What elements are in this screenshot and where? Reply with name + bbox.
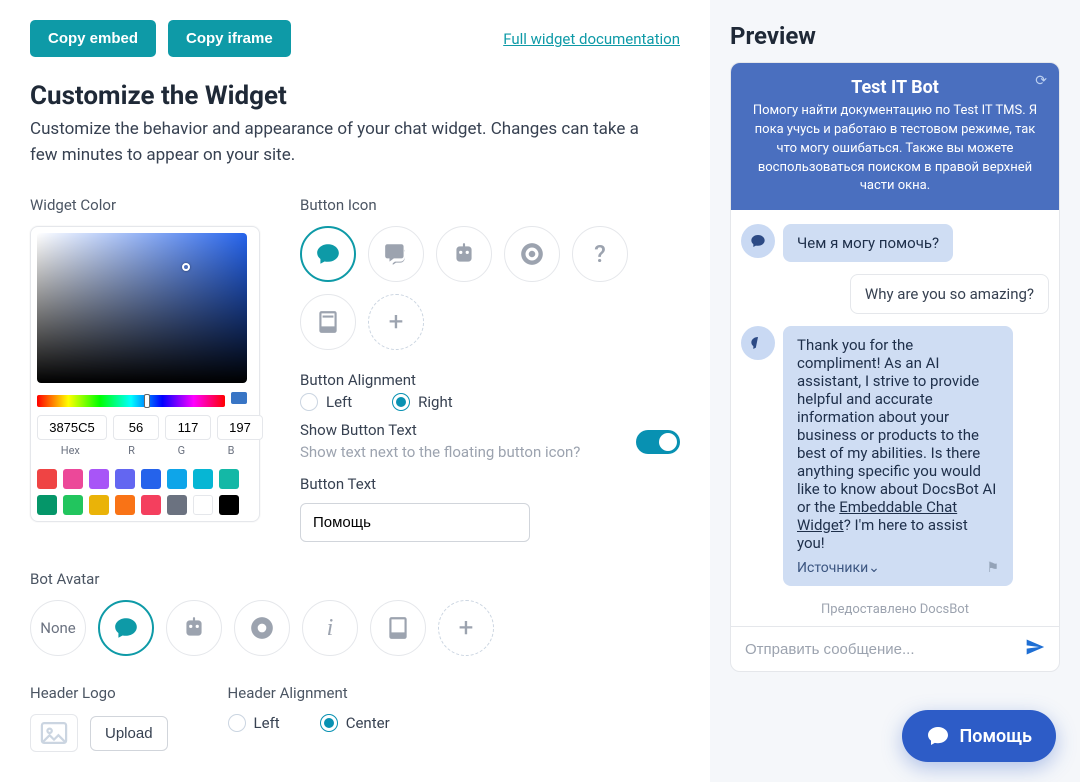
alignment-left-radio[interactable]: Left bbox=[300, 393, 352, 411]
icon-option-custom[interactable]: + bbox=[368, 294, 424, 350]
logo-placeholder bbox=[30, 714, 78, 752]
upload-logo-button[interactable]: Upload bbox=[90, 716, 168, 751]
button-alignment-label: Button Alignment bbox=[300, 371, 416, 389]
chat-input-row bbox=[731, 626, 1059, 671]
sources-toggle[interactable]: Источники⌄ bbox=[797, 560, 880, 576]
hue-handle[interactable] bbox=[144, 394, 150, 408]
alignment-right-label: Right bbox=[418, 393, 452, 411]
header-align-center-label: Center bbox=[346, 714, 390, 732]
copy-iframe-button[interactable]: Copy iframe bbox=[168, 20, 291, 57]
alignment-left-label: Left bbox=[326, 393, 352, 411]
color-swatch[interactable] bbox=[37, 495, 57, 515]
button-icon-label: Button Icon bbox=[300, 196, 680, 214]
header-align-left-radio[interactable]: Left bbox=[228, 714, 280, 732]
color-swatch[interactable] bbox=[63, 495, 83, 515]
avatar-option-robot[interactable] bbox=[166, 600, 222, 656]
saturation-handle[interactable] bbox=[182, 263, 190, 271]
documentation-link[interactable]: Full widget documentation bbox=[503, 30, 680, 48]
icon-option-robot[interactable] bbox=[436, 226, 492, 282]
icon-option-book[interactable] bbox=[300, 294, 356, 350]
show-button-text-label: Show Button Text bbox=[300, 421, 580, 439]
bot-avatar-options: None i + bbox=[30, 600, 680, 656]
icon-option-chat[interactable] bbox=[300, 226, 356, 282]
page-subtitle: Customize the behavior and appearance of… bbox=[30, 117, 650, 168]
chat-widget-preview: ⟳ Test IT Bot Помогу найти документацию … bbox=[730, 62, 1060, 672]
saturation-area[interactable] bbox=[37, 233, 247, 383]
color-picker[interactable]: Hex R G B bbox=[30, 226, 260, 522]
floating-help-button[interactable]: Помощь bbox=[902, 710, 1057, 762]
color-swatch[interactable] bbox=[141, 469, 161, 489]
icon-option-chats[interactable] bbox=[368, 226, 424, 282]
header-logo-label: Header Logo bbox=[30, 684, 168, 702]
show-button-text-hint: Show text next to the floating button ic… bbox=[300, 443, 580, 461]
color-swatch[interactable] bbox=[89, 495, 109, 515]
bot-avatar-icon bbox=[741, 224, 775, 258]
avatar-option-custom[interactable]: + bbox=[438, 600, 494, 656]
page-title: Customize the Widget bbox=[30, 81, 680, 111]
color-swatch[interactable] bbox=[193, 495, 213, 515]
g-input[interactable] bbox=[165, 415, 211, 440]
bot-answer-pre: Thank you for the compliment! As an AI a… bbox=[797, 336, 996, 516]
color-swatch[interactable] bbox=[115, 469, 135, 489]
bot-avatar-label: Bot Avatar bbox=[30, 570, 680, 588]
refresh-icon[interactable]: ⟳ bbox=[1035, 73, 1047, 89]
icon-option-life-ring[interactable] bbox=[504, 226, 560, 282]
bot-description: Помогу найти документацию по Test IT TMS… bbox=[749, 102, 1041, 196]
copy-embed-button[interactable]: Copy embed bbox=[30, 20, 156, 57]
color-swatch[interactable] bbox=[89, 469, 109, 489]
button-icon-options: ? + bbox=[300, 226, 680, 350]
widget-color-label: Widget Color bbox=[30, 196, 260, 214]
avatar-option-info[interactable]: i bbox=[302, 600, 358, 656]
button-text-label: Button Text bbox=[300, 475, 680, 493]
hex-col-label: Hex bbox=[37, 444, 104, 457]
show-button-text-toggle[interactable] bbox=[636, 430, 680, 454]
button-text-input[interactable] bbox=[300, 503, 530, 542]
avatar-option-chat[interactable] bbox=[98, 600, 154, 656]
header-align-left-label: Left bbox=[254, 714, 280, 732]
send-icon[interactable] bbox=[1025, 637, 1045, 661]
bot-name: Test IT Bot bbox=[749, 77, 1041, 98]
bot-avatar-icon bbox=[741, 326, 775, 360]
b-input[interactable] bbox=[217, 415, 263, 440]
avatar-option-life-ring[interactable] bbox=[234, 600, 290, 656]
bot-greeting-message: Чем я могу помочь? bbox=[783, 224, 953, 262]
g-col-label: G bbox=[159, 444, 203, 457]
icon-option-question[interactable]: ? bbox=[572, 226, 628, 282]
color-swatch[interactable] bbox=[63, 469, 83, 489]
user-message: Why are you so amazing? bbox=[850, 274, 1049, 314]
r-col-label: R bbox=[110, 444, 154, 457]
color-swatch[interactable] bbox=[141, 495, 161, 515]
current-color-swatch bbox=[231, 392, 247, 404]
header-alignment-label: Header Alignment bbox=[228, 684, 390, 702]
color-swatch[interactable] bbox=[219, 469, 239, 489]
avatar-option-none[interactable]: None bbox=[30, 600, 86, 656]
hue-slider[interactable] bbox=[37, 395, 225, 407]
chat-body[interactable]: Чем я могу помочь? Why are you so amazin… bbox=[731, 210, 1059, 626]
color-swatch[interactable] bbox=[167, 469, 187, 489]
r-input[interactable] bbox=[113, 415, 159, 440]
floating-button-label: Помощь bbox=[960, 726, 1033, 747]
avatar-option-book[interactable] bbox=[370, 600, 426, 656]
color-swatch[interactable] bbox=[167, 495, 187, 515]
color-swatch[interactable] bbox=[219, 495, 239, 515]
hex-input[interactable] bbox=[37, 415, 107, 440]
alignment-right-radio[interactable]: Right bbox=[392, 393, 452, 411]
powered-by: Предоставлено DocsBot bbox=[741, 598, 1049, 625]
color-swatch[interactable] bbox=[37, 469, 57, 489]
color-swatch[interactable] bbox=[115, 495, 135, 515]
chat-message-input[interactable] bbox=[745, 641, 1025, 658]
chat-header: ⟳ Test IT Bot Помогу найти документацию … bbox=[731, 63, 1059, 210]
header-align-center-radio[interactable]: Center bbox=[320, 714, 390, 732]
color-swatch[interactable] bbox=[193, 469, 213, 489]
preview-title: Preview bbox=[730, 22, 1060, 50]
flag-icon[interactable]: ⚑ bbox=[986, 560, 999, 576]
chevron-down-icon: ⌄ bbox=[868, 560, 880, 576]
b-col-label: B bbox=[209, 444, 253, 457]
bot-answer-message: Thank you for the compliment! As an AI a… bbox=[783, 326, 1013, 586]
